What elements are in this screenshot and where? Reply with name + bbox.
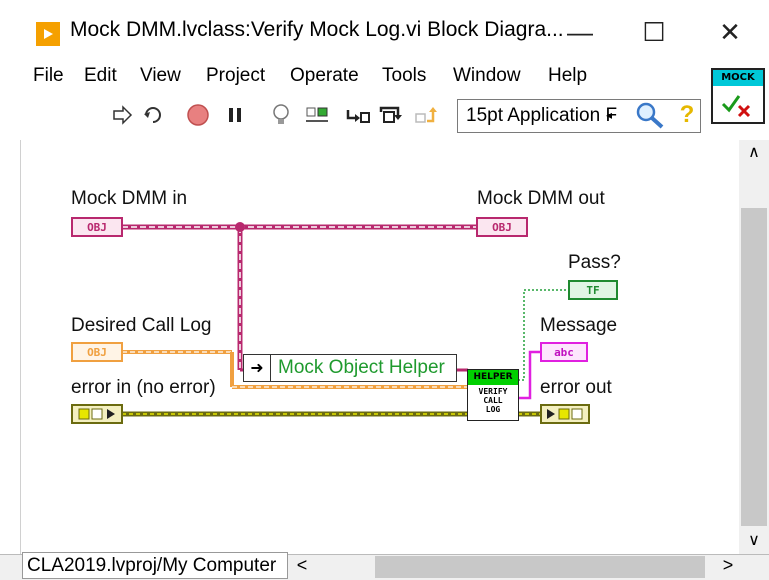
string-wire bbox=[518, 350, 540, 400]
project-path: CLA2019.lvproj/My Computer bbox=[22, 552, 288, 579]
horizontal-scroll-thumb[interactable] bbox=[375, 556, 705, 578]
mock-dmm-in-label: Mock DMM in bbox=[71, 188, 188, 209]
message-label: Message bbox=[540, 315, 618, 336]
scroll-left-icon[interactable]: < bbox=[292, 555, 312, 577]
scroll-right-icon[interactable]: > bbox=[718, 555, 738, 577]
pass-terminal[interactable]: TF bbox=[568, 280, 618, 300]
scroll-down-icon[interactable]: ∨ bbox=[744, 530, 764, 550]
error-out-terminal[interactable] bbox=[540, 404, 590, 424]
pass-label: Pass? bbox=[568, 252, 621, 273]
error-in-label: error in (no error) bbox=[71, 377, 216, 398]
desired-call-log-terminal[interactable]: OBJ bbox=[71, 342, 123, 362]
class-wire bbox=[122, 222, 476, 372]
wires-layer bbox=[122, 222, 568, 417]
message-terminal[interactable]: abc bbox=[540, 342, 588, 362]
mock-object-helper-constant[interactable]: ➜ Mock Object Helper bbox=[243, 354, 457, 382]
error-in-terminal[interactable] bbox=[71, 404, 123, 424]
verify-call-log-subvi[interactable]: HELPER VERIFY CALL LOG bbox=[467, 369, 519, 421]
subvi-header: HELPER bbox=[468, 370, 518, 385]
mock-dmm-in-terminal[interactable]: OBJ bbox=[71, 217, 123, 237]
mock-dmm-out-terminal[interactable]: OBJ bbox=[476, 217, 528, 237]
cluster-icon bbox=[547, 408, 583, 420]
subvi-line-3: LOG bbox=[485, 405, 501, 414]
subvi-text: VERIFY CALL LOG bbox=[468, 387, 518, 414]
subvi-line-2: CALL bbox=[483, 396, 503, 405]
desired-call-log-label: Desired Call Log bbox=[71, 315, 212, 336]
error-out-label: error out bbox=[540, 377, 612, 398]
arrow-icon: ➜ bbox=[244, 355, 271, 381]
mock-dmm-out-label: Mock DMM out bbox=[477, 188, 605, 209]
subvi-line-1: VERIFY bbox=[478, 387, 508, 396]
scroll-up-icon[interactable]: ∧ bbox=[744, 142, 764, 162]
cluster-icon bbox=[78, 408, 115, 420]
vertical-scroll-thumb[interactable] bbox=[741, 208, 767, 526]
mock-object-helper-label: Mock Object Helper bbox=[278, 357, 445, 378]
